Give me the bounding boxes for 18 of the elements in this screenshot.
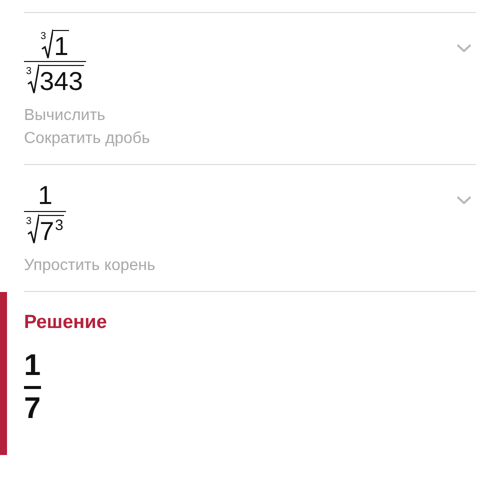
action-link[interactable]: Сократить дробь	[24, 127, 150, 150]
root-index: 3	[26, 66, 32, 77]
radical-sign-icon	[26, 214, 39, 244]
radicand: 343	[38, 65, 84, 94]
radical-sign-icon	[26, 64, 39, 94]
radicand: 1	[53, 30, 70, 59]
chevron-down-icon[interactable]	[456, 195, 472, 205]
action-link[interactable]: Упростить корень	[24, 254, 156, 277]
answer-numerator: 1	[24, 350, 41, 382]
solution-title: Решение	[24, 312, 108, 334]
root-index: 3	[40, 31, 46, 42]
action-link[interactable]: Вычислить	[24, 104, 150, 127]
radical-sign-icon	[41, 29, 54, 59]
chevron-down-icon[interactable]	[456, 43, 472, 53]
exponent: 3	[55, 218, 64, 233]
number: 1	[38, 181, 52, 209]
answer-denominator: 7	[24, 393, 41, 425]
root-index: 3	[26, 216, 32, 227]
